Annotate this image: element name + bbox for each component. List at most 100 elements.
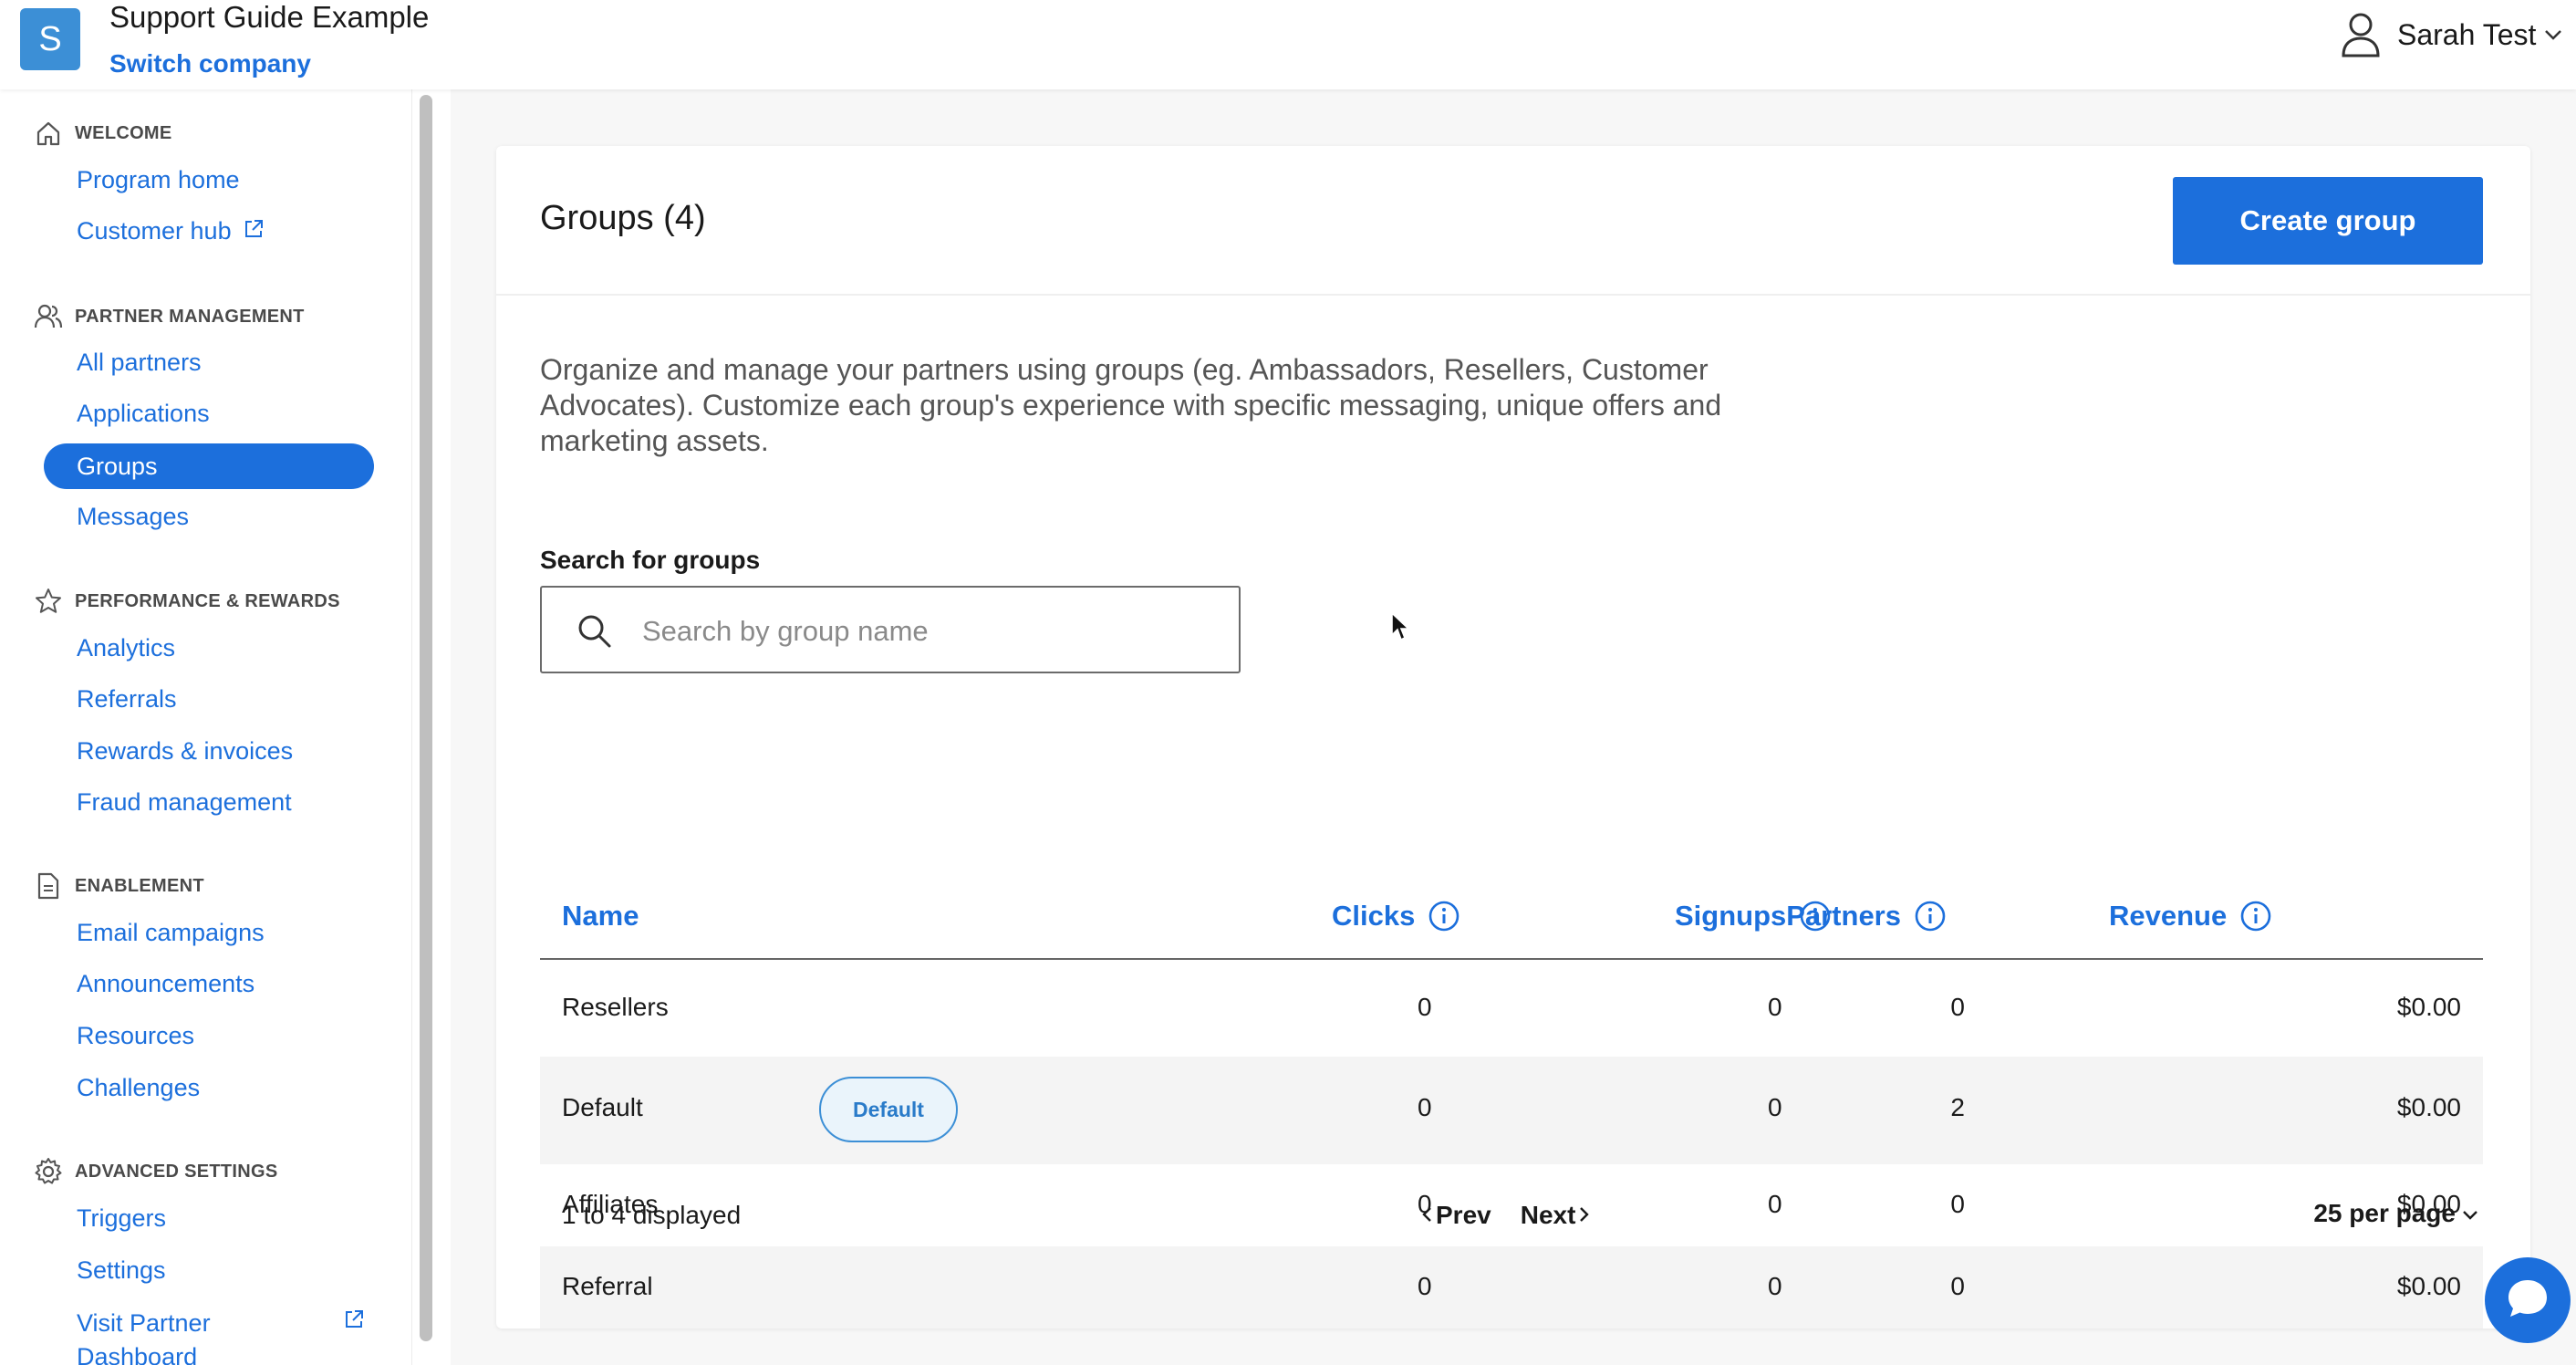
- switch-company-link[interactable]: Switch company: [109, 49, 311, 78]
- sidebar-item-label: Customer hub: [77, 217, 232, 245]
- sidebar-item-program-home[interactable]: Program home: [77, 166, 240, 194]
- cell-signups: 0: [1768, 1272, 1782, 1300]
- sidebar-item-fraud-management[interactable]: Fraud management: [77, 788, 292, 817]
- info-icon[interactable]: [2239, 900, 2272, 933]
- search-input[interactable]: [642, 606, 1208, 657]
- prev-button[interactable]: Prev: [1419, 1201, 1491, 1230]
- cell-partners: 2: [1950, 1093, 1965, 1121]
- user-icon: [2341, 12, 2381, 57]
- mouse-cursor-icon: [1390, 611, 1411, 647]
- sidebar-item-messages[interactable]: Messages: [77, 503, 189, 531]
- gear-icon: [33, 1156, 64, 1187]
- sidebar-item-resources[interactable]: Resources: [77, 1022, 194, 1050]
- sidebar-item-all-partners[interactable]: All partners: [77, 349, 202, 377]
- sidebar-scrollbar[interactable]: [420, 95, 432, 1341]
- cell-revenue: $0.00: [2396, 1093, 2461, 1121]
- chat-bubble-icon: [2504, 1275, 2551, 1327]
- chevron-down-icon: [2543, 28, 2563, 41]
- column-label: Clicks: [1332, 900, 1416, 932]
- chat-launcher-button[interactable]: [2485, 1257, 2571, 1343]
- sidebar-item-applications[interactable]: Applications: [77, 400, 210, 428]
- section-performance-rewards: PERFORMANCE & REWARDS: [33, 586, 340, 617]
- company-name: Support Guide Example: [109, 0, 430, 34]
- top-bar: S Support Guide Example Switch company S…: [0, 0, 2576, 89]
- table-header: Name Partners Revenue Signups Clicks: [540, 860, 2483, 960]
- table-row[interactable]: Resellers 0 0 0 $0.00: [540, 962, 2483, 1057]
- sidebar-item-customer-hub[interactable]: Customer hub: [77, 217, 265, 246]
- cell-clicks: 0: [1418, 1272, 1432, 1300]
- next-button[interactable]: Next: [1521, 1201, 1593, 1230]
- sidebar-item-visit-partner-dashboard[interactable]: Visit Partner Dashboard: [77, 1307, 232, 1365]
- sidebar-item-groups[interactable]: Groups: [44, 443, 374, 489]
- star-icon: [33, 586, 64, 617]
- per-page-select[interactable]: 25 per page: [2313, 1199, 2479, 1228]
- next-label: Next: [1520, 1201, 1576, 1229]
- table-row[interactable]: Referral 0 0 0 $0.00: [540, 1246, 2483, 1329]
- card-header: Groups (4) Create group: [496, 146, 2530, 296]
- groups-card: Groups (4) Create group Organize and man…: [496, 146, 2530, 1329]
- section-partner-management: PARTNER MANAGEMENT: [33, 301, 305, 332]
- section-heading: ADVANCED SETTINGS: [75, 1161, 278, 1182]
- search-box[interactable]: [540, 586, 1241, 673]
- cell-revenue: $0.00: [2396, 993, 2461, 1021]
- cell-clicks: 0: [1418, 993, 1432, 1021]
- document-icon: [33, 870, 64, 901]
- table-footer: 1 to 4 displayed Prev Next 25 per page: [540, 1199, 2483, 1237]
- search-label: Search for groups: [540, 546, 761, 574]
- users-icon: [33, 301, 64, 332]
- chevron-left-icon: [1419, 1201, 1436, 1230]
- cell-signups: 0: [1768, 993, 1782, 1021]
- default-badge: Default: [819, 1077, 958, 1142]
- info-icon[interactable]: [1799, 900, 1832, 933]
- chevron-right-icon: [1575, 1201, 1592, 1230]
- external-link-icon[interactable]: [343, 1308, 365, 1335]
- home-icon: [33, 118, 64, 149]
- sidebar-item-referrals[interactable]: Referrals: [77, 685, 177, 714]
- section-advanced-settings: ADVANCED SETTINGS: [33, 1156, 278, 1187]
- info-icon[interactable]: [1914, 900, 1947, 933]
- section-heading: PARTNER MANAGEMENT: [75, 306, 305, 327]
- section-welcome: WELCOME: [33, 118, 172, 149]
- column-label: Signups: [1675, 900, 1787, 932]
- cell-clicks: 0: [1418, 1093, 1432, 1121]
- displayed-count: 1 to 4 displayed: [562, 1201, 742, 1229]
- per-page-label: 25 per page: [2313, 1199, 2456, 1227]
- info-icon[interactable]: [1428, 900, 1460, 933]
- column-header-revenue[interactable]: Revenue: [2109, 898, 2272, 934]
- cell-partners: 0: [1950, 1272, 1965, 1300]
- cell-group-name[interactable]: Referral: [562, 1272, 653, 1301]
- sidebar-item-email-campaigns[interactable]: Email campaigns: [77, 919, 265, 947]
- table-row[interactable]: Default Default 2 0 0 $0.00: [540, 1057, 2483, 1164]
- column-label: Name: [562, 900, 639, 932]
- section-heading: WELCOME: [75, 122, 172, 143]
- page-description: Organize and manage your partners using …: [540, 353, 1722, 457]
- sidebar-item-challenges[interactable]: Challenges: [77, 1074, 200, 1102]
- external-link-icon: [243, 218, 265, 246]
- section-enablement: ENABLEMENT: [33, 870, 204, 901]
- section-heading: PERFORMANCE & REWARDS: [75, 590, 340, 611]
- create-group-button[interactable]: Create group: [2173, 177, 2483, 265]
- user-name: Sarah Test: [2397, 17, 2537, 51]
- sidebar-item-analytics[interactable]: Analytics: [77, 634, 175, 662]
- cell-partners: 0: [1950, 993, 1965, 1021]
- search-icon: [576, 613, 613, 654]
- column-header-name[interactable]: Name: [562, 898, 639, 934]
- user-menu[interactable]: Sarah Test: [2341, 13, 2563, 57]
- column-header-clicks[interactable]: Clicks: [1332, 898, 1460, 934]
- company-avatar[interactable]: S: [20, 8, 80, 70]
- sidebar-item-rewards-invoices[interactable]: Rewards & invoices: [77, 737, 293, 766]
- page-title: Groups (4): [540, 199, 706, 237]
- cell-signups: 0: [1768, 1093, 1782, 1121]
- section-heading: ENABLEMENT: [75, 875, 204, 896]
- cell-group-name[interactable]: Resellers: [562, 993, 669, 1022]
- column-label: Revenue: [2109, 900, 2228, 932]
- sidebar-item-announcements[interactable]: Announcements: [77, 970, 254, 998]
- sidebar-item-settings[interactable]: Settings: [77, 1256, 166, 1285]
- prev-label: Prev: [1436, 1201, 1491, 1229]
- cell-revenue: $0.00: [2396, 1272, 2461, 1300]
- cell-group-name[interactable]: Default: [562, 1093, 643, 1122]
- column-header-signups[interactable]: Signups: [1675, 898, 1832, 934]
- sidebar-item-triggers[interactable]: Triggers: [77, 1204, 166, 1233]
- pagination: Prev Next: [1419, 1201, 1592, 1230]
- chevron-down-icon: [2461, 1199, 2479, 1228]
